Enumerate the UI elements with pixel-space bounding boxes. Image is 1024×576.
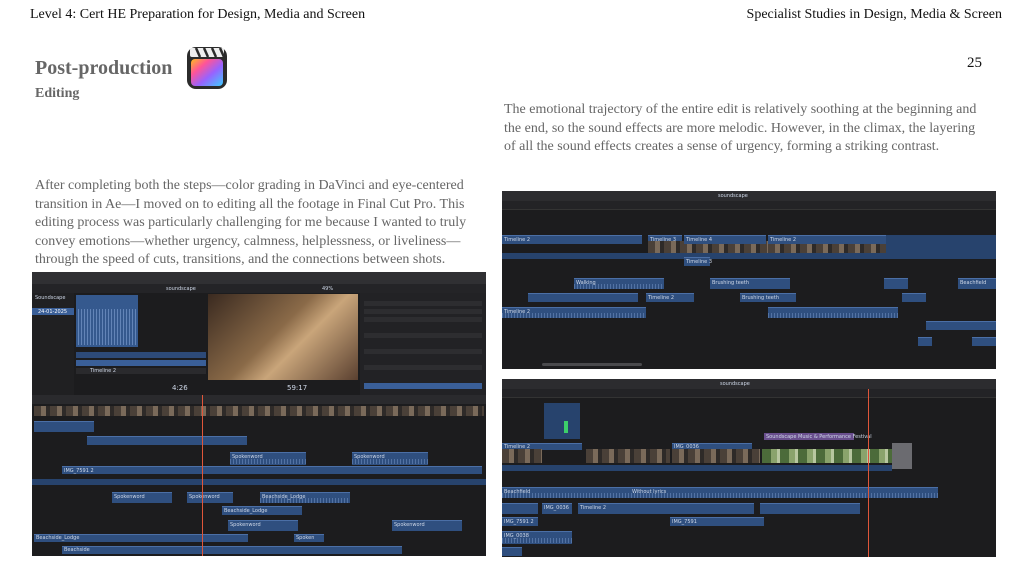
gap-clip [892, 443, 912, 469]
timeline-clip: Beachside_Lodge [34, 534, 248, 542]
project-name-label: soundscape [166, 286, 196, 292]
browser-timecode: 4:26 [172, 384, 188, 392]
browser-toolbar [32, 284, 486, 293]
selected-event-row: 24-01-2025 [32, 308, 74, 315]
timeline-clip [502, 253, 996, 259]
timeline-clip [34, 421, 94, 432]
video-filmstrip [672, 449, 760, 463]
timeline-clip: Spokenword [112, 492, 172, 503]
timeline-scrollbar[interactable] [542, 363, 642, 366]
header-right: Specialist Studies in Design, Media & Sc… [746, 7, 1002, 22]
viewer-timecode: 59:17 [287, 384, 308, 392]
connected-clip-stack [544, 403, 580, 439]
video-filmstrip [586, 449, 670, 463]
timeline-clip [502, 465, 892, 471]
marker [564, 421, 568, 433]
timeline-clip [87, 436, 247, 445]
section-subtitle: Editing [35, 86, 80, 101]
timeline-clip [502, 503, 538, 514]
timeline-clip [884, 278, 908, 289]
library-name: Soundscape [35, 295, 66, 301]
timeline-toolbar [32, 395, 486, 404]
final-cut-pro-logo-icon [187, 47, 227, 89]
timeline-clip: Spokenword [230, 452, 306, 465]
timeline-clip [902, 293, 926, 302]
event-date: 24-01-2025 [38, 309, 68, 315]
timeline-clip: IMG_7591 2 [62, 466, 482, 474]
timeline-ruler [502, 389, 996, 398]
timeline-clip [926, 321, 996, 330]
timeline-clip [768, 307, 898, 318]
timeline-clip: Timeline 2 [578, 503, 754, 514]
timeline-clip: Brushing teeth [740, 293, 796, 302]
timeline-clip: Brushing teeth [710, 278, 790, 289]
fcp-timeline-screenshot-top: soundscape Timeline 2 Timeline 3 Timelin… [502, 191, 996, 369]
timeline-clip: Walking [574, 278, 664, 289]
timeline-clip [972, 337, 996, 346]
browser-list-row [76, 360, 206, 366]
browser-clip-thumbnail [76, 295, 138, 347]
timeline-playhead[interactable] [202, 395, 203, 556]
timeline-clip: Timeline 2 [502, 307, 646, 318]
timeline-clip: IMG_7591 2 [502, 517, 538, 526]
browser-list-row: Timeline 2 [76, 368, 206, 374]
timeline-clip: Beachfield [958, 278, 996, 289]
inspector-panel [360, 293, 486, 395]
fcp-timeline-screenshot-bottom: soundscape Soundscape Music & Performanc… [502, 379, 996, 557]
primary-storyline-filmstrip [34, 406, 484, 416]
timeline-clip: Spokenword [187, 492, 233, 503]
timeline-clip: Beachside_Lodge [222, 506, 302, 515]
page-number: 25 [967, 55, 982, 71]
timeline-clip: Spoken [294, 534, 324, 542]
timeline-clip: Timeline 2 [646, 293, 694, 302]
timeline-clip: Beachfield Without lyrics [502, 487, 938, 498]
timeline-clip: Spokenword [228, 520, 298, 531]
title-clip: Soundscape Music & Performance Festival [764, 433, 872, 440]
timeline-clip: Timeline 4 [684, 235, 766, 244]
timeline-clip: Timeline 3 [684, 257, 713, 266]
browser-list-row [76, 352, 206, 358]
window-toolbar [32, 272, 486, 284]
project-name-label: soundscape [720, 381, 750, 387]
timeline-clip: Beachside_Lodge [260, 492, 350, 503]
timeline-clip [918, 337, 932, 346]
timeline-clip: Spokenword [352, 452, 428, 465]
sound-trajectory-paragraph: The emotional trajectory of the entire e… [504, 102, 977, 154]
timeline-clip: Timeline 2 [768, 235, 886, 244]
fcp-full-window-screenshot: soundscape 49% Soundscape 24-01-2025 Tim… [32, 272, 486, 556]
section-title: Post-production [35, 57, 173, 79]
timeline-toolbar [502, 191, 996, 201]
timeline-clip: IMG_7591 [670, 517, 764, 526]
timeline-clip [32, 479, 486, 485]
project-name-label: soundscape [718, 193, 748, 199]
library-sidebar: Soundscape 24-01-2025 [32, 293, 74, 395]
timeline-clip [528, 293, 638, 302]
video-filmstrip [502, 449, 542, 463]
timeline-ruler [502, 201, 996, 210]
timeline-label: Timeline 2 [90, 368, 117, 374]
zoom-label: 49% [322, 286, 334, 292]
editing-description-paragraph: After completing both the steps—color gr… [35, 178, 467, 267]
viewer-frame [208, 294, 358, 380]
timeline-playhead[interactable] [868, 389, 869, 557]
timeline-clip [502, 547, 522, 556]
timeline-clip: IMG_0038 [502, 531, 572, 544]
timeline-clip: Beachside [62, 546, 402, 554]
timeline-clip [886, 235, 996, 253]
timeline-clip [760, 503, 860, 514]
timeline-clip: Spokenword [392, 520, 462, 531]
timeline-clip: IMG_0036 [542, 503, 572, 514]
header-left: Level 4: Cert HE Preparation for Design,… [30, 7, 366, 22]
video-filmstrip [762, 449, 892, 463]
timeline-clip: Timeline 2 [502, 235, 642, 244]
